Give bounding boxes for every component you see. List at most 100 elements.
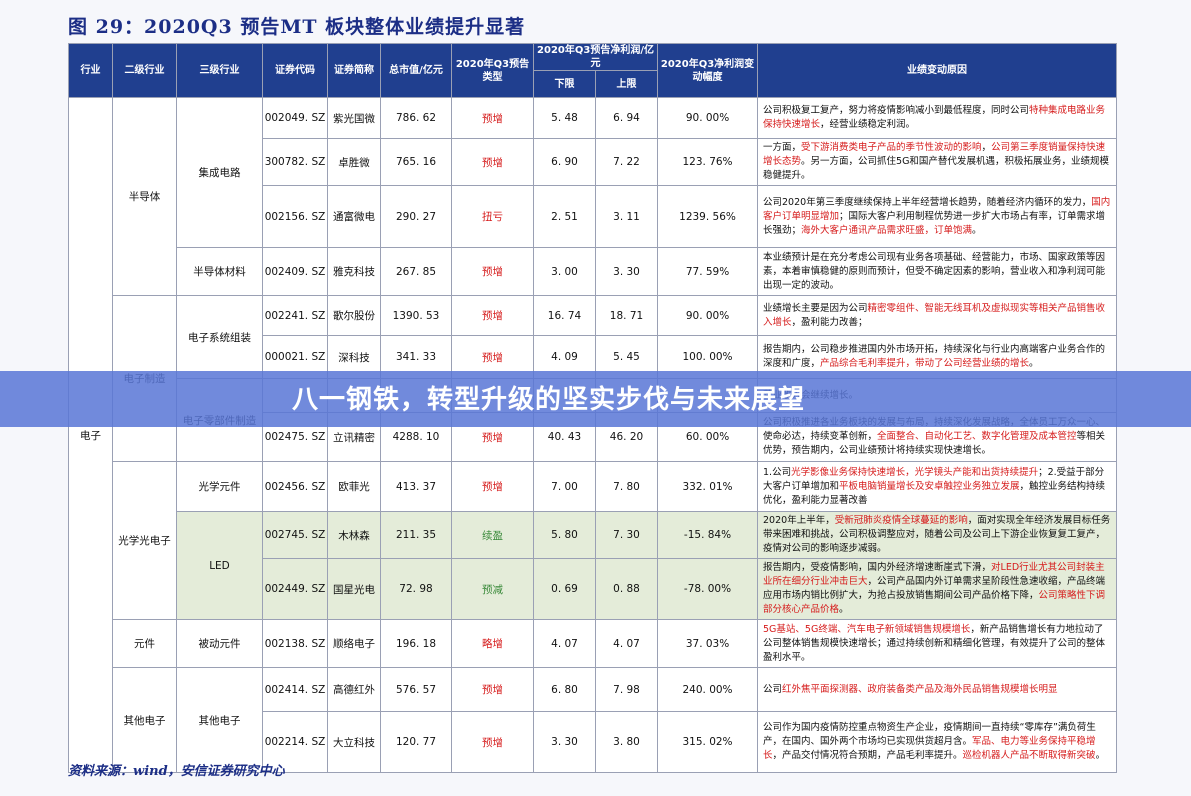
forecast-type: 预增 (451, 711, 534, 773)
profit-low: 4. 07 (533, 619, 596, 668)
change-reason: 一方面，受下游消费类电子产品的季节性波动的影响，公司第三季度销量保持快速增长态势… (757, 138, 1118, 186)
level3-led: LED (176, 511, 263, 620)
profit-high: 3. 30 (594, 247, 659, 296)
stock-name: 通富微电 (327, 185, 381, 248)
market-cap: 290. 27 (380, 185, 452, 248)
stock-name: 高德红外 (327, 667, 381, 712)
change-reason: 2020年上半年，受新冠肺炎疫情全球蔓延的影响，面对实现全年经济发展目标任务带来… (757, 511, 1118, 559)
reason-highlight: 海外大客户通讯产品需求旺盛，订单饱满 (801, 224, 973, 236)
reason-text: ，经营业绩稳定利润。 (820, 119, 916, 130)
level3-passive: 被动元件 (176, 619, 263, 668)
reason-highlight: 平板电脑销量增长及安卓触控业务独立发展 (839, 480, 1020, 492)
header-name: 证券简称 (327, 43, 381, 98)
header-mktcap: 总市值/亿元 (380, 43, 452, 98)
change-reason: 公司2020年第三季度继续保持上半年经营增长趋势，随着经济内循环的发力，国内客户… (757, 185, 1118, 248)
level2-optoelectronics: 光学光电子 (112, 461, 177, 620)
stock-code: 002414. SZ (262, 667, 328, 712)
stock-name: 木林森 (327, 511, 381, 559)
level2-other: 其他电子 (112, 667, 177, 773)
level3-semi-material: 半导体材料 (176, 247, 263, 296)
stock-name: 紫光国微 (327, 97, 381, 139)
market-cap: 786. 62 (380, 97, 452, 139)
stock-name: 欧菲光 (327, 461, 381, 512)
forecast-type: 预减 (451, 558, 534, 620)
header-net-profit: 2020年Q3预告净利润/亿元 (532, 43, 659, 71)
header-industry: 行业 (68, 43, 113, 98)
growth-rate: 77. 59% (657, 247, 759, 296)
reason-text: 报告期内，受疫情影响，国内外经济增速断崖式下滑， (763, 562, 992, 573)
growth-rate: 90. 00% (657, 97, 759, 139)
change-reason: 报告期内，受疫情影响，国内外经济增速断崖式下滑，对LED行业尤其公司封装主业所在… (757, 558, 1118, 620)
profit-high: 3. 80 (594, 711, 659, 773)
market-cap: 1390. 53 (380, 295, 452, 336)
stock-name: 雅克科技 (327, 247, 381, 296)
forecast-type: 预增 (451, 667, 534, 712)
figure-title: 图 29：2020Q3 预告MT 板块整体业绩提升显著 (68, 16, 526, 38)
profit-low: 6. 80 (533, 667, 596, 712)
change-reason: 公司作为国内疫情防控重点物资生产企业，疫情期间一直持续“零库存”满负荷生产，在国… (757, 711, 1118, 773)
change-reason: 公司红外焦平面探测器、政府装备类产品及海外民品销售规模增长明显 (757, 667, 1118, 712)
table-row: 电子制造电子系统组装002241. SZ歌尔股份1390. 53预增16. 74… (69, 295, 1118, 462)
table-row: LED 002745. SZ 木林森 211. 35 续盈 5. 80 7. 30 -15. … (69, 511, 1118, 620)
stock-code: 002456. SZ (262, 461, 328, 512)
reason-highlight: 全面整合、自动化工艺、数字化管理及成本管控 (877, 431, 1077, 442)
growth-rate: 90. 00% (657, 295, 759, 336)
profit-high: 3. 11 (594, 185, 659, 248)
stock-code: 002449. SZ (262, 558, 328, 620)
stock-name: 顺络电子 (327, 619, 381, 668)
level3-system-assembly: 电子系统组装 (176, 295, 263, 379)
reason-highlight: 红外焦平面探测器、政府装备类产品及海外民品销售规模增长明显 (782, 683, 1058, 695)
profit-low: 0. 69 (533, 558, 596, 620)
growth-rate: 1239. 56% (657, 185, 759, 248)
header-growth: 2020年Q3净利润变动幅度 (657, 43, 759, 98)
market-cap: 196. 18 (380, 619, 452, 668)
reason-text: 2020年上半年， (763, 515, 835, 526)
reason-text: 。 (972, 224, 982, 236)
reason-text: 本业绩预计是在充分考虑公司现有业务各项基础、经营能力，市场、国家政策等因素，本着… (763, 251, 1106, 291)
change-reason: 本业绩预计是在充分考虑公司现有业务各项基础、经营能力，市场、国家政策等因素，本着… (757, 247, 1118, 296)
stock-name: 卓胜微 (327, 138, 381, 186)
stock-code: 300782. SZ (262, 138, 328, 186)
forecast-type: 续盈 (451, 511, 534, 559)
forecast-type: 预增 (451, 295, 534, 336)
market-cap: 576. 57 (380, 667, 452, 712)
reason-text: 。 (1029, 358, 1039, 369)
change-reason: 公司积极复工复产，努力将疫情影响减小到最低程度，同时公司特种集成电路业务保持快速… (757, 97, 1118, 139)
reason-text: 业绩增长主要是因为公司 (763, 302, 868, 314)
profit-low: 16. 74 (533, 295, 596, 336)
profit-low: 5. 48 (533, 97, 596, 139)
reason-highlight: 5G基站、5G终端、汽车电子新领域销售规模增长 (763, 623, 971, 635)
growth-rate: -78. 00% (657, 558, 759, 620)
stock-code: 002156. SZ (262, 185, 328, 248)
level3-ic: 集成电路 (176, 97, 263, 248)
level3-other: 其他电子 (176, 667, 263, 773)
growth-rate: 123. 76% (657, 138, 759, 186)
reason-text: 。另一方面，公司抓住5G和国产替代发展机遇，积极拓展业务，业绩规模稳健提升。 (763, 156, 1109, 181)
profit-high: 7. 98 (594, 667, 659, 712)
forecast-type: 预增 (451, 138, 534, 186)
stock-name: 国星光电 (327, 558, 381, 620)
header-code: 证券代码 (262, 43, 328, 98)
profit-high: 7. 80 (594, 461, 659, 512)
reason-text: 公司2020年第三季度继续保持上半年经营增长趋势，随着经济内循环的发力， (763, 196, 1092, 208)
profit-high: 7. 30 (594, 511, 659, 559)
reason-highlight: 受下游消费类电子产品的季节性波动的影响 (801, 142, 982, 153)
forecast-type: 预增 (451, 461, 534, 512)
header-level2: 二级行业 (112, 43, 177, 98)
reason-highlight: 光学影像业务保持快速增长，光学镜头产能和出货持续提升 (791, 466, 1039, 478)
growth-rate: 315. 02% (657, 711, 759, 773)
growth-rate: 240. 00% (657, 667, 759, 712)
banner-overlay: 八一钢铁，转型升级的坚实步伐与未来展望 (0, 371, 1191, 427)
change-reason: 业绩增长主要是因为公司精密零组件、智能无线耳机及虚拟现实等相关产品销售收入增长，… (757, 295, 1118, 336)
table-row: 半导体材料 002409. SZ 雅克科技 267. 85 预增 3. 00 3. 30 77… (69, 247, 1118, 296)
growth-rate: 37. 03% (657, 619, 759, 668)
reason-text: ， (981, 142, 992, 153)
forecast-type: 预增 (451, 97, 534, 139)
profit-high: 4. 07 (594, 619, 659, 668)
reason-text: 。 (1095, 750, 1106, 761)
stock-name: 歌尔股份 (327, 295, 381, 336)
market-cap: 267. 85 (380, 247, 452, 296)
change-reason: 5G基站、5G终端、汽车电子新领域销售规模增长，新产品销售增长有力地拉动了公司整… (757, 619, 1118, 668)
stock-code: 002409. SZ (262, 247, 328, 296)
reason-text: 公司积极复工复产，努力将疫情影响减小到最低程度，同时公司 (763, 105, 1030, 116)
